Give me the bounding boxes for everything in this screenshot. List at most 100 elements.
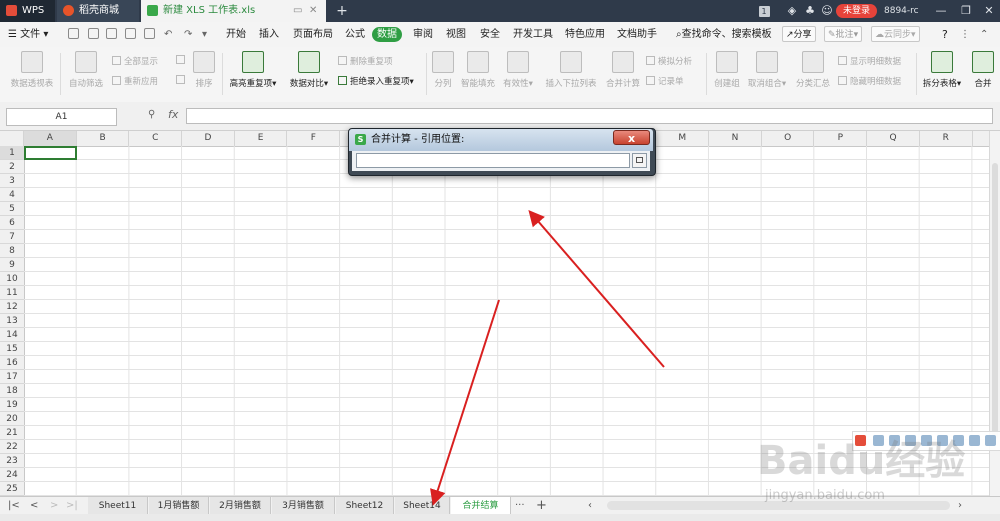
menu-page-layout[interactable]: 页面布局 <box>293 22 333 47</box>
row-header[interactable]: 24 <box>0 468 24 482</box>
row-header[interactable]: 4 <box>0 188 24 202</box>
highlight-duplicates-button[interactable]: 高亮重复项▾ <box>225 51 281 89</box>
row-header[interactable]: 22 <box>0 440 24 454</box>
file-menu[interactable]: ☰ 文件 ▾ <box>8 22 48 47</box>
delete-duplicates-button[interactable]: 删除重复项 <box>338 55 393 67</box>
row-header[interactable]: 13 <box>0 314 24 328</box>
merge-button[interactable]: 合并 <box>968 51 998 89</box>
row-header[interactable]: 25 <box>0 482 24 496</box>
create-group-button[interactable]: 创建组 <box>710 51 744 89</box>
ungroup-button[interactable]: 取消组合▾ <box>746 51 788 89</box>
scroll-left-icon[interactable]: ‹ <box>588 497 592 515</box>
menu-insert[interactable]: 插入 <box>259 22 279 47</box>
split-table-button[interactable]: 拆分表格▾ <box>918 51 966 89</box>
menu-doc-assistant[interactable]: 文档助手 <box>617 22 657 47</box>
select-all-corner[interactable] <box>0 131 24 146</box>
row-header[interactable]: 5 <box>0 202 24 216</box>
row-header[interactable]: 16 <box>0 356 24 370</box>
row-header[interactable]: 15 <box>0 342 24 356</box>
row-header[interactable]: 19 <box>0 398 24 412</box>
help-icon[interactable]: ? <box>942 22 948 47</box>
user-name[interactable]: 8894-rc <box>884 0 919 22</box>
column-header[interactable]: B <box>77 131 130 146</box>
column-header[interactable]: F <box>288 131 341 146</box>
add-sheet-button[interactable]: + <box>536 497 547 515</box>
row-header[interactable]: 12 <box>0 300 24 314</box>
sheet-tab[interactable]: 1月销售额 <box>149 497 209 515</box>
sheet-tab[interactable]: Sheet12 <box>336 497 394 515</box>
row-header[interactable]: 9 <box>0 258 24 272</box>
first-sheet-icon[interactable]: |< <box>8 497 20 515</box>
menu-formulas[interactable]: 公式 <box>345 22 365 47</box>
column-header[interactable]: C <box>129 131 183 146</box>
column-header[interactable]: R <box>920 131 973 146</box>
sheet-tab[interactable]: 3月销售额 <box>272 497 335 515</box>
cloud-sync-button[interactable]: ☁云同步▾ <box>871 26 920 42</box>
undo-icon[interactable]: ↶ <box>164 22 172 47</box>
pivot-table-button[interactable]: 数据透视表 <box>8 51 56 89</box>
tab-document[interactable]: 新建 XLS 工作表.xls ▭ ✕ <box>141 0 326 22</box>
row-header[interactable]: 10 <box>0 272 24 286</box>
skin-icon[interactable]: ◈ <box>785 0 799 22</box>
insert-function-icon[interactable]: fx <box>168 108 178 121</box>
what-if-analysis-button[interactable]: 模拟分析 <box>646 55 692 67</box>
share-button[interactable]: ↗分享 <box>782 26 816 42</box>
sheet-tab[interactable]: 2月销售额 <box>210 497 271 515</box>
sheet-tab[interactable]: Sheet14 <box>395 497 450 515</box>
open-file-icon[interactable] <box>88 28 99 39</box>
sheet-tab[interactable]: 合并结算 <box>451 497 511 515</box>
sort-button[interactable]: 排序 <box>190 51 218 89</box>
close-tab-icon[interactable]: ✕ <box>309 0 317 22</box>
feedback-icon[interactable]: ☺ <box>820 0 834 22</box>
menu-home[interactable]: 开始 <box>226 22 246 47</box>
next-sheet-icon[interactable]: > <box>50 497 58 515</box>
sort-desc-icon[interactable] <box>176 75 188 86</box>
sort-asc-icon[interactable] <box>176 55 188 66</box>
close-icon[interactable]: x <box>613 130 650 145</box>
show-detail-button[interactable]: 显示明细数据 <box>838 55 901 67</box>
collapse-ribbon-icon[interactable]: ⌃ <box>980 22 988 47</box>
reference-input[interactable] <box>356 153 630 168</box>
autofilter-button[interactable]: 自动筛选 <box>64 51 108 89</box>
row-header[interactable]: 8 <box>0 244 24 258</box>
active-cell-a1[interactable] <box>24 146 77 160</box>
dialog-titlebar[interactable]: S 合并计算 - 引用位置: x <box>349 129 653 151</box>
column-header[interactable]: Q <box>867 131 920 146</box>
text-to-columns-button[interactable]: 分列 <box>430 51 456 89</box>
tab-docer-store[interactable]: 稻壳商城 <box>57 0 139 22</box>
save-icon[interactable] <box>106 28 117 39</box>
name-box[interactable]: A1 <box>6 108 117 126</box>
minimize-icon[interactable]: — <box>930 0 952 22</box>
column-header[interactable]: M <box>656 131 710 146</box>
row-header[interactable]: 3 <box>0 174 24 188</box>
menu-review[interactable]: 审阅 <box>413 22 433 47</box>
tab-wps-home[interactable]: WPS <box>0 0 55 22</box>
more-sheets-icon[interactable]: ··· <box>515 497 525 515</box>
print-icon[interactable] <box>125 28 136 39</box>
insert-dropdown-button[interactable]: 插入下拉列表 <box>540 51 602 89</box>
annotate-button[interactable]: ✎批注▾ <box>824 26 863 42</box>
window-pin-icon[interactable]: ▭ <box>293 0 302 22</box>
show-all-button[interactable]: 全部显示 <box>112 55 158 67</box>
new-file-icon[interactable] <box>68 28 79 39</box>
record-form-button[interactable]: 记录单 <box>646 75 684 87</box>
row-header[interactable]: 18 <box>0 384 24 398</box>
row-header[interactable]: 17 <box>0 370 24 384</box>
hide-detail-button[interactable]: 隐藏明细数据 <box>838 75 901 87</box>
shirt-icon[interactable]: ♣ <box>803 0 817 22</box>
row-header[interactable]: 20 <box>0 412 24 426</box>
column-header[interactable]: N <box>709 131 762 146</box>
reject-duplicates-button[interactable]: 拒绝录入重复项▾ <box>338 75 414 87</box>
subtotal-button[interactable]: 分类汇总 <box>792 51 834 89</box>
row-header[interactable]: 2 <box>0 160 24 174</box>
smart-fill-button[interactable]: 智能填充 <box>458 51 498 89</box>
zoom-search-icon[interactable]: ⚲ <box>148 109 155 120</box>
new-tab-button[interactable]: + <box>333 0 351 22</box>
command-search[interactable]: ⌕查找命令、搜索模板 <box>676 22 772 47</box>
menu-developer[interactable]: 开发工具 <box>513 22 553 47</box>
column-header[interactable]: E <box>235 131 288 146</box>
menu-security[interactable]: 安全 <box>480 22 500 47</box>
row-header[interactable]: 1 <box>0 146 24 160</box>
prev-sheet-icon[interactable]: < <box>30 497 38 515</box>
window-close-icon[interactable]: ✕ <box>978 0 1000 22</box>
